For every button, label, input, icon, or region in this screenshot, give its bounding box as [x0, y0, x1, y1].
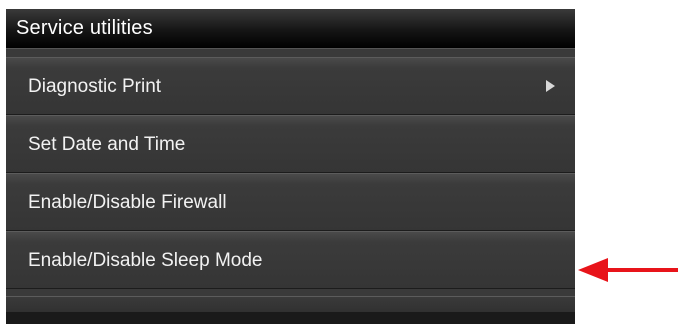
service-utilities-panel: Service utilities Diagnostic Print Set D… — [6, 9, 575, 324]
panel-bottom-edge — [6, 312, 575, 324]
menu-item-enable-disable-sleep-mode[interactable]: Enable/Disable Sleep Mode — [6, 231, 575, 289]
menu-item-label: Enable/Disable Sleep Mode — [28, 250, 263, 271]
title-bar: Service utilities — [6, 9, 575, 49]
menu-item-label: Set Date and Time — [28, 134, 186, 155]
menu-item-diagnostic-print[interactable]: Diagnostic Print — [6, 57, 575, 115]
page-title: Service utilities — [16, 17, 153, 39]
menu-item-label: Diagnostic Print — [28, 76, 162, 97]
left-arrow-icon — [578, 258, 678, 282]
menu-item-label: Enable/Disable Firewall — [28, 192, 227, 213]
chevron-right-icon — [546, 80, 555, 92]
service-utilities-menu: Diagnostic Print Set Date and Time Enabl… — [6, 57, 575, 289]
menu-item-set-date-and-time[interactable]: Set Date and Time — [6, 115, 575, 173]
screenshot-stage: Service utilities Diagnostic Print Set D… — [0, 0, 680, 324]
menu-item-enable-disable-firewall[interactable]: Enable/Disable Firewall — [6, 173, 575, 231]
